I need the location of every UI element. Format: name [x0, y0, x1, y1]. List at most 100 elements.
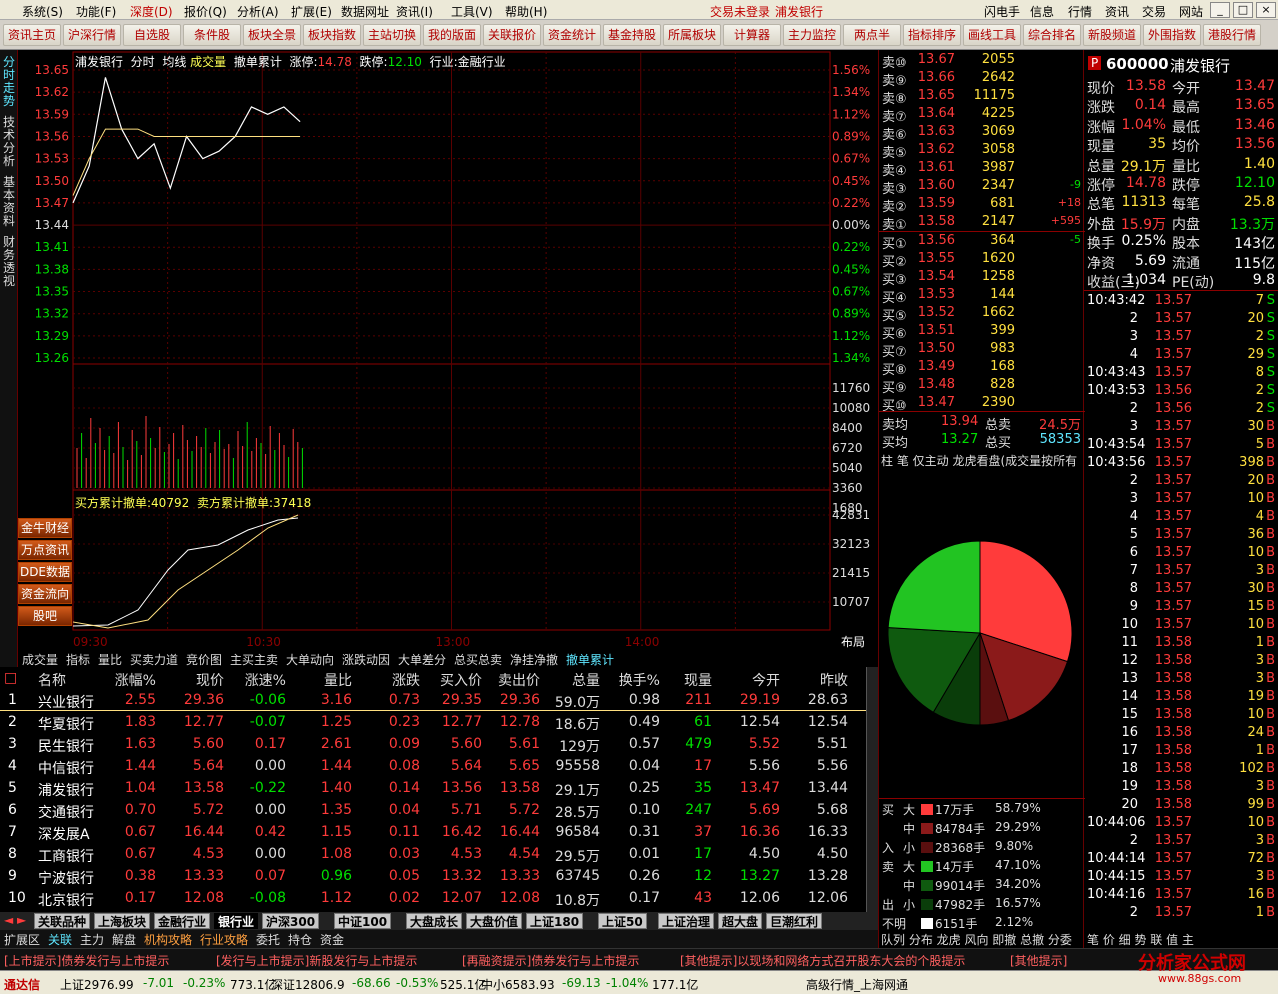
- menu-tools[interactable]: 工具(V): [451, 3, 493, 20]
- table-row[interactable]: 1 兴业银行 2.55 29.36 -0.06 3.16 0.73 29.35 29.36 59.…: [0, 689, 866, 711]
- column-header[interactable]: 总量: [572, 670, 600, 690]
- order-level[interactable]: 卖③ 13.60 2347 -9: [879, 177, 1085, 197]
- column-header[interactable]: 涨幅%: [115, 670, 156, 690]
- order-level[interactable]: 卖⑩ 13.67 2055: [879, 51, 1085, 71]
- column-header[interactable]: 涨速%: [245, 670, 286, 690]
- dde-data-button[interactable]: DDE数据: [18, 562, 72, 582]
- column-header[interactable]: 买入价: [440, 670, 482, 690]
- table-row[interactable]: 3 民生银行 1.63 5.60 0.17 2.61 0.09 5.60 5.61 129万 0.5…: [0, 733, 866, 755]
- block-tab[interactable]: 上证50: [598, 913, 647, 929]
- order-level[interactable]: 买⑥ 13.51 399: [879, 322, 1085, 342]
- toolbar-button[interactable]: 我的版面: [423, 24, 481, 46]
- toolbar-button[interactable]: 关联报价: [483, 24, 541, 46]
- tab-fundamentals[interactable]: 基本资料: [2, 176, 16, 228]
- toolbar-button[interactable]: 新股频道: [1083, 24, 1141, 46]
- menu-extend[interactable]: 扩展(E): [291, 3, 332, 20]
- extension-tab[interactable]: 委托: [256, 931, 280, 948]
- menu-help[interactable]: 帮助(H): [505, 3, 547, 20]
- news-button[interactable]: 资讯: [1105, 3, 1129, 20]
- pie-tabs[interactable]: 柱 笔 仅主动 龙虎看盘(成交量按所有: [881, 452, 1077, 469]
- toolbar-button[interactable]: 计算器: [723, 24, 781, 46]
- indicator-tab[interactable]: 量比: [98, 651, 122, 668]
- menu-info[interactable]: 资讯(I): [396, 3, 433, 20]
- block-tab[interactable]: 上海板块: [94, 913, 151, 929]
- menu-system[interactable]: 系统(S): [22, 3, 63, 20]
- order-level[interactable]: 买⑤ 13.52 1662: [879, 304, 1085, 324]
- order-level[interactable]: 买① 13.56 364 -5: [879, 232, 1085, 252]
- order-level[interactable]: 卖⑧ 13.65 11175: [879, 87, 1085, 107]
- column-header[interactable]: 换手%: [619, 670, 660, 690]
- toolbar-button[interactable]: 指标排序: [903, 24, 961, 46]
- jinniu-finance-button[interactable]: 金牛财经: [18, 518, 72, 538]
- toolbar-button[interactable]: 基金持股: [603, 24, 661, 46]
- tab-intraday[interactable]: 分时走势: [2, 56, 16, 108]
- toolbar-button[interactable]: 主力监控: [783, 24, 841, 46]
- order-level[interactable]: 卖① 13.58 2147 +595: [879, 213, 1085, 233]
- column-header[interactable]: 今开: [752, 670, 780, 690]
- block-tab[interactable]: 巨潮红利: [766, 913, 823, 929]
- table-row[interactable]: 8 工商银行 0.67 4.53 0.00 1.08 0.03 4.53 4.54 29.5万 0.…: [0, 843, 866, 865]
- smb-index[interactable]: 中小6583.93: [481, 976, 555, 993]
- indicator-tab[interactable]: 撤单累计: [566, 651, 614, 668]
- extension-tab[interactable]: 主力: [80, 931, 104, 948]
- tab-scroll-left-icon[interactable]: ◄ ►: [4, 913, 26, 927]
- toolbar-button[interactable]: 两点半: [843, 24, 901, 46]
- order-level[interactable]: 买⑦ 13.50 983: [879, 340, 1085, 360]
- order-level[interactable]: 买⑨ 13.48 828: [879, 376, 1085, 396]
- indicator-tab[interactable]: 主买主卖: [230, 651, 278, 668]
- close-icon[interactable]: ×: [1256, 2, 1276, 18]
- tab-technical[interactable]: 技术分析: [2, 116, 16, 168]
- toolbar-button[interactable]: 综合排名: [1023, 24, 1081, 46]
- info-button[interactable]: 信息: [1030, 3, 1054, 20]
- ticker-item[interactable]: [上市提示]债券发行与上市提示: [4, 952, 169, 969]
- order-level[interactable]: 买③ 13.54 1258: [879, 268, 1085, 288]
- order-level[interactable]: 卖⑤ 13.62 3058: [879, 141, 1085, 161]
- toolbar-button[interactable]: 板块全景: [243, 24, 301, 46]
- table-row[interactable]: 4 中信银行 1.44 5.64 0.00 1.44 0.08 5.64 5.65 95558 0.…: [0, 755, 866, 777]
- block-tab[interactable]: 金融行业: [154, 913, 211, 929]
- menu-function[interactable]: 功能(F): [76, 3, 116, 20]
- block-tab[interactable]: 上证治理: [658, 913, 715, 929]
- extension-tab[interactable]: 扩展区: [4, 931, 40, 948]
- extension-tab[interactable]: 关联: [48, 931, 72, 948]
- order-level[interactable]: 卖⑨ 13.66 2642: [879, 69, 1085, 89]
- minimize-icon[interactable]: _: [1210, 2, 1230, 18]
- market-button[interactable]: 行情: [1068, 3, 1092, 20]
- order-level[interactable]: 卖② 13.59 681 +18: [879, 195, 1085, 215]
- table-row[interactable]: 10 北京银行 0.17 12.08 -0.08 1.12 0.02 12.07 12.08 10…: [0, 887, 866, 909]
- toolbar-button[interactable]: 所属板块: [663, 24, 721, 46]
- order-level[interactable]: 买② 13.55 1620: [879, 250, 1085, 270]
- indicator-tab[interactable]: 涨跌动因: [342, 651, 390, 668]
- extension-tab[interactable]: 机构攻略: [144, 931, 192, 948]
- order-level[interactable]: 买⑩ 13.47 2390: [879, 394, 1085, 414]
- block-tab[interactable]: 银行业: [214, 913, 259, 929]
- toolbar-button[interactable]: 主站切换: [363, 24, 421, 46]
- table-row[interactable]: 9 宁波银行 0.38 13.33 0.07 0.96 0.05 13.32 13.33 6374…: [0, 865, 866, 887]
- column-header[interactable]: 现价: [196, 670, 224, 690]
- block-tab[interactable]: 超大盘: [718, 913, 763, 929]
- book-bottom-tabs[interactable]: 队列 分布 龙虎 风向 即撤 总撤 分委: [881, 931, 1072, 948]
- sh-index[interactable]: 上证2976.99: [60, 976, 134, 993]
- block-tab[interactable]: 大盘成长: [406, 913, 463, 929]
- menu-quote[interactable]: 报价(Q): [184, 3, 227, 20]
- table-row[interactable]: 5 浦发银行 1.04 13.58 -0.22 1.40 0.14 13.56 13.58 29.…: [0, 777, 866, 799]
- tab-financials[interactable]: 财务透视: [2, 236, 16, 288]
- ticker-item[interactable]: [其他提示]以现场和网络方式召开股东大会的个股提示: [680, 952, 965, 969]
- extension-tab[interactable]: 行业攻略: [200, 931, 248, 948]
- toolbar-button[interactable]: 条件股: [183, 24, 241, 46]
- ticker-item[interactable]: [再融资提示]债券发行与上市提示: [462, 952, 639, 969]
- trade-button[interactable]: 交易: [1142, 3, 1166, 20]
- column-header[interactable]: 涨跌: [392, 670, 420, 690]
- extension-tab[interactable]: 解盘: [112, 931, 136, 948]
- toolbar-button[interactable]: 自选股: [123, 24, 181, 46]
- toolbar-button[interactable]: 外围指数: [1143, 24, 1201, 46]
- flash-trade-button[interactable]: 闪电手: [984, 3, 1020, 20]
- indicator-tab[interactable]: 大单动向: [286, 651, 334, 668]
- toolbar-button[interactable]: 资讯主页: [3, 24, 61, 46]
- block-tab[interactable]: 关联品种: [34, 913, 91, 929]
- website-button[interactable]: 网站: [1179, 3, 1203, 20]
- fund-flow-button[interactable]: 资金流向: [18, 584, 72, 604]
- indicator-tab[interactable]: 竞价图: [186, 651, 222, 668]
- extension-tab[interactable]: 资金: [320, 931, 344, 948]
- column-header[interactable]: 名称: [38, 670, 66, 690]
